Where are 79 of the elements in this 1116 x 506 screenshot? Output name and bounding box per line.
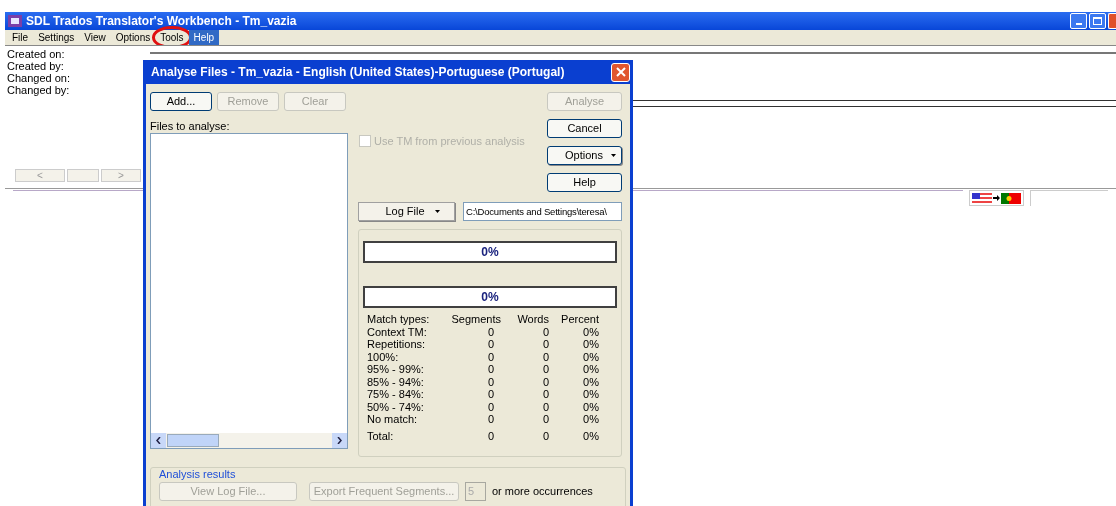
table-cell-text: 0: [541, 325, 549, 338]
progress-text: 0%: [481, 245, 499, 259]
table-cell-text: 0: [486, 325, 495, 338]
table-cell-text: 0%: [582, 363, 599, 376]
us-flag-icon: [972, 192, 992, 204]
table-cell-text: 0: [541, 363, 549, 376]
log-path-field[interactable]: C:\Documents and Settings\teresa\: [463, 202, 622, 221]
row-label: Context TM:: [367, 325, 428, 338]
occurrences-label: or more occurrences: [492, 484, 593, 500]
button[interactable]: Help: [547, 173, 622, 192]
column-header: Percent: [560, 313, 599, 326]
table-cell-text: 0: [486, 413, 495, 426]
portugal-flag-icon: [1001, 192, 1021, 204]
checkbox-label: Use TM from previous analysis: [374, 134, 525, 149]
menu-item[interactable]: Options: [110, 30, 156, 45]
table-cell-text: 0: [541, 350, 549, 363]
table-cell-text: 0: [541, 388, 549, 401]
table-cell-text: 0%: [582, 375, 599, 388]
scroll-right-button[interactable]: [332, 433, 347, 448]
group-title: Analysis results: [159, 468, 237, 480]
field-label: Created on:: [7, 48, 66, 60]
row-label: Repetitions:: [367, 338, 427, 351]
window-title: SDL Trados Translator's Workbench - Tm_vazia: [26, 13, 297, 30]
log-file-button[interactable]: Log File: [358, 202, 455, 221]
maximize-button[interactable]: [1089, 13, 1106, 29]
table-cell-text: 0: [486, 375, 495, 388]
table-cell-text: 0%: [582, 350, 599, 363]
row-label: 100%:: [367, 350, 400, 363]
table-cell-text: 0: [486, 338, 495, 351]
close-icon: [615, 67, 626, 77]
progress-text: 0%: [481, 290, 499, 304]
button[interactable]: Cancel: [547, 119, 622, 138]
table-cell-text: 0%: [582, 338, 599, 351]
row-label: 50% - 74%:: [367, 400, 425, 413]
arrow-icon: [993, 195, 1000, 201]
row-label: No match:: [367, 413, 419, 426]
table-cell-text: 0%: [582, 400, 599, 413]
close-button[interactable]: [611, 62, 630, 82]
menu-item[interactable]: Tools: [155, 30, 189, 45]
menu-item[interactable]: File: [7, 30, 34, 45]
button[interactable]: Options: [547, 146, 622, 165]
files-label: Files to analyse:: [150, 120, 231, 132]
table-cell-text: 0: [486, 429, 495, 442]
table-cell-text: 0: [486, 388, 495, 401]
table-cell-text: 0: [486, 350, 495, 363]
table-cell-text: 0: [541, 338, 549, 351]
minimize-button[interactable]: [1070, 13, 1087, 29]
table-cell-text: 0%: [582, 388, 599, 401]
button[interactable]: Add...: [150, 92, 212, 111]
row-label: Total:: [367, 429, 395, 442]
row-label: 85% - 94%:: [367, 375, 425, 388]
field-label: Changed on:: [7, 72, 71, 84]
menu-item[interactable]: Help: [188, 30, 220, 45]
menu-item[interactable]: View: [79, 30, 111, 45]
column-header: Match types:: [367, 313, 431, 326]
row-label: 95% - 99%:: [367, 363, 425, 376]
scrollbar-thumb[interactable]: [167, 434, 219, 447]
table-cell-text: 0: [541, 375, 549, 388]
field-label: Created by:: [7, 60, 65, 72]
table-cell-text: 0: [541, 429, 549, 442]
table-cell-text: 0: [541, 400, 549, 413]
table-cell-text: 0%: [582, 429, 599, 442]
field-label: Changed by:: [7, 84, 71, 96]
dropdown-arrow-icon: [610, 154, 616, 157]
table-cell-text: 0: [486, 400, 495, 413]
column-header: Segments: [450, 313, 501, 326]
table-cell-text: 0: [486, 363, 495, 376]
app-icon: [8, 15, 22, 27]
row-label: 75% - 84%:: [367, 388, 425, 401]
column-header: Words: [516, 313, 549, 326]
table-cell-text: 0%: [582, 413, 599, 426]
table-cell-text: 0: [541, 413, 549, 426]
menu-item[interactable]: Settings: [33, 30, 80, 45]
dialog-title: Analyse Files - Tm_vazia - English (United States)-Portuguese (Portugal): [151, 64, 565, 81]
dropdown-arrow-icon: [434, 210, 440, 213]
horizontal-scrollbar[interactable]: [151, 433, 347, 448]
close-button[interactable]: [1108, 13, 1116, 29]
scroll-left-button[interactable]: [151, 433, 166, 448]
table-cell-text: 0%: [582, 325, 599, 338]
